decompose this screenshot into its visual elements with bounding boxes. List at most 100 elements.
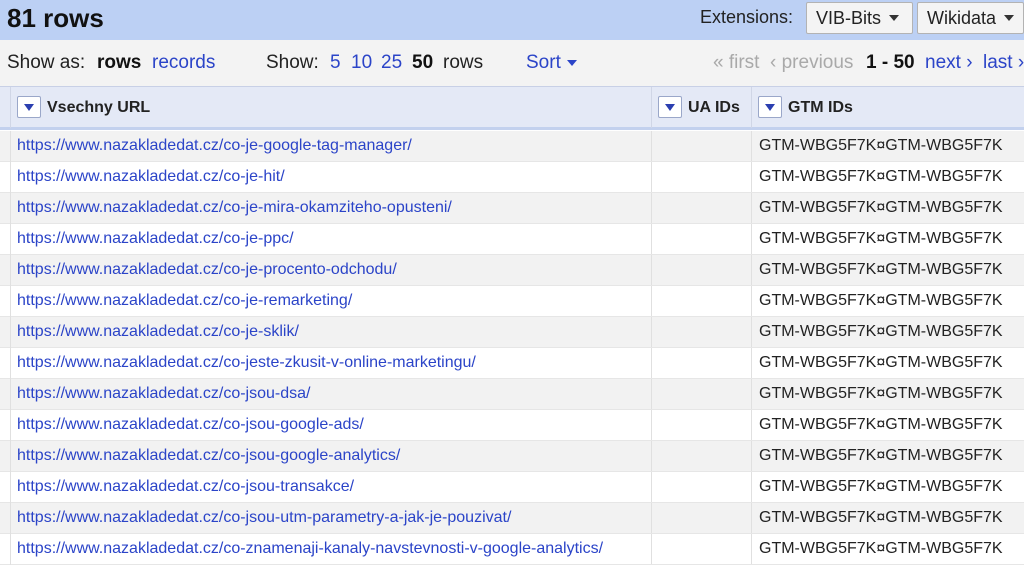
show-label: Show: <box>266 52 319 73</box>
ua-ids-cell <box>651 472 751 502</box>
gtm-ids-cell: GTM-WBG5F7K¤GTM-WBG5F7K <box>751 348 1024 378</box>
show-as-label: Show as: <box>7 52 86 73</box>
table-row: https://www.nazakladedat.cz/co-je-remark… <box>0 286 1024 317</box>
url-cell-link[interactable]: https://www.nazakladedat.cz/co-je-mira-o… <box>17 193 649 223</box>
table-row: https://www.nazakladedat.cz/co-je-mira-o… <box>0 193 1024 224</box>
gtm-ids-cell: GTM-WBG5F7K¤GTM-WBG5F7K <box>751 224 1024 254</box>
page-size-5-link[interactable]: 5 <box>330 52 341 74</box>
table-row: https://www.nazakladedat.cz/co-je-google… <box>0 131 1024 162</box>
url-cell-link[interactable]: https://www.nazakladedat.cz/co-je-remark… <box>17 286 649 316</box>
ua-ids-cell <box>651 162 751 192</box>
row-divider <box>10 503 11 534</box>
url-cell-link[interactable]: https://www.nazakladedat.cz/co-je-ppc/ <box>17 224 649 254</box>
gtm-ids-cell: GTM-WBG5F7K¤GTM-WBG5F7K <box>751 193 1024 223</box>
gtm-ids-cell: GTM-WBG5F7K¤GTM-WBG5F7K <box>751 534 1024 564</box>
vib-bits-label: VIB-Bits <box>816 7 882 28</box>
gtm-ids-cell: GTM-WBG5F7K¤GTM-WBG5F7K <box>751 286 1024 316</box>
chevron-down-icon <box>566 59 577 66</box>
row-divider <box>10 193 11 224</box>
url-cell-link[interactable]: https://www.nazakladedat.cz/co-je-google… <box>17 131 649 161</box>
gtm-ids-cell: GTM-WBG5F7K¤GTM-WBG5F7K <box>751 162 1024 192</box>
row-count: 81 rows <box>7 3 104 33</box>
column-header-label: Vsechny URL <box>47 99 151 116</box>
mode-rows-selected: rows <box>97 52 142 73</box>
sort-label: Sort <box>526 52 561 73</box>
ua-ids-cell <box>651 348 751 378</box>
row-divider <box>10 317 11 348</box>
vib-bits-menu-button[interactable]: VIB-Bits <box>806 2 913 34</box>
page-size-10-link[interactable]: 10 <box>351 52 372 74</box>
pager-range: 1 - 50 <box>866 52 915 73</box>
row-divider <box>10 224 11 255</box>
row-divider <box>10 472 11 503</box>
column-menu-dropdown-icon[interactable] <box>658 96 682 118</box>
url-cell-link[interactable]: https://www.nazakladedat.cz/co-jsou-goog… <box>17 441 649 471</box>
column-header-ua-ids: UA IDs <box>651 87 751 128</box>
row-divider <box>10 255 11 286</box>
gtm-ids-cell: GTM-WBG5F7K¤GTM-WBG5F7K <box>751 441 1024 471</box>
url-cell-link[interactable]: https://www.nazakladedat.cz/co-jsou-utm-… <box>17 503 649 533</box>
ua-ids-cell <box>651 410 751 440</box>
table-row: https://www.nazakladedat.cz/co-jsou-dsa/… <box>0 379 1024 410</box>
row-divider <box>10 348 11 379</box>
gtm-ids-cell: GTM-WBG5F7K¤GTM-WBG5F7K <box>751 255 1024 285</box>
url-cell-link[interactable]: https://www.nazakladedat.cz/co-je-procen… <box>17 255 649 285</box>
table-row: https://www.nazakladedat.cz/co-je-sklik/… <box>0 317 1024 348</box>
table-row: https://www.nazakladedat.cz/co-je-procen… <box>0 255 1024 286</box>
ua-ids-cell <box>651 379 751 409</box>
column-header-gtm-ids: GTM IDs <box>751 87 1024 128</box>
ua-ids-cell <box>651 193 751 223</box>
gtm-ids-cell: GTM-WBG5F7K¤GTM-WBG5F7K <box>751 410 1024 440</box>
row-divider <box>10 410 11 441</box>
extensions-label: Extensions: <box>700 7 794 27</box>
table-row: https://www.nazakladedat.cz/co-znamenaji… <box>0 534 1024 565</box>
wikidata-menu-button[interactable]: Wikidata <box>917 2 1024 34</box>
url-cell-link[interactable]: https://www.nazakladedat.cz/co-jsou-goog… <box>17 410 649 440</box>
table-header: Vsechny URL UA IDs GTM IDs <box>0 86 1024 130</box>
table-row: https://www.nazakladedat.cz/co-jsou-utm-… <box>0 503 1024 534</box>
ua-ids-cell <box>651 441 751 471</box>
row-divider <box>10 379 11 410</box>
gtm-ids-cell: GTM-WBG5F7K¤GTM-WBG5F7K <box>751 131 1024 161</box>
top-bar: 81 rows Extensions: VIB-Bits Wikidata <box>0 0 1024 40</box>
url-cell-link[interactable]: https://www.nazakladedat.cz/co-jsou-dsa/ <box>17 379 649 409</box>
ua-ids-cell <box>651 503 751 533</box>
chevron-down-icon <box>889 15 900 21</box>
pager-next-link[interactable]: next › <box>925 52 973 74</box>
view-bar: Show as: rows records Show: 5 10 25 50 r… <box>0 40 1024 86</box>
pager-first: « first <box>713 52 760 73</box>
url-cell-link[interactable]: https://www.nazakladedat.cz/co-jeste-zku… <box>17 348 649 378</box>
ua-ids-cell <box>651 131 751 161</box>
column-menu-dropdown-icon[interactable] <box>17 96 41 118</box>
ua-ids-cell <box>651 317 751 347</box>
gtm-ids-cell: GTM-WBG5F7K¤GTM-WBG5F7K <box>751 317 1024 347</box>
table-row: https://www.nazakladedat.cz/co-jeste-zku… <box>0 348 1024 379</box>
url-cell-link[interactable]: https://www.nazakladedat.cz/co-je-hit/ <box>17 162 649 192</box>
url-cell-link[interactable]: https://www.nazakladedat.cz/co-jsou-tran… <box>17 472 649 502</box>
column-header-label: GTM IDs <box>788 99 853 116</box>
ua-ids-cell <box>651 286 751 316</box>
page-size-25-link[interactable]: 25 <box>381 52 402 74</box>
ua-ids-cell <box>651 255 751 285</box>
page-size-50-selected: 50 <box>412 52 434 73</box>
wikidata-label: Wikidata <box>927 7 997 28</box>
table-row: https://www.nazakladedat.cz/co-jsou-goog… <box>0 410 1024 441</box>
row-divider <box>10 441 11 472</box>
table-row: https://www.nazakladedat.cz/co-jsou-tran… <box>0 472 1024 503</box>
url-cell-link[interactable]: https://www.nazakladedat.cz/co-je-sklik/ <box>17 317 649 347</box>
url-cell-link[interactable]: https://www.nazakladedat.cz/co-znamenaji… <box>17 534 649 564</box>
chevron-down-icon <box>1004 15 1015 21</box>
pager-last-link[interactable]: last › <box>983 52 1024 74</box>
gtm-ids-cell: GTM-WBG5F7K¤GTM-WBG5F7K <box>751 503 1024 533</box>
rows-suffix: rows <box>443 52 484 73</box>
sort-menu-button[interactable]: Sort <box>526 52 577 74</box>
table-row: https://www.nazakladedat.cz/co-jsou-goog… <box>0 441 1024 472</box>
row-divider <box>10 286 11 317</box>
ua-ids-cell <box>651 224 751 254</box>
ua-ids-cell <box>651 534 751 564</box>
table-body: https://www.nazakladedat.cz/co-je-google… <box>0 131 1024 565</box>
gtm-ids-cell: GTM-WBG5F7K¤GTM-WBG5F7K <box>751 379 1024 409</box>
table-row: https://www.nazakladedat.cz/co-je-ppc/GT… <box>0 224 1024 255</box>
mode-records-link[interactable]: records <box>152 52 215 74</box>
column-menu-dropdown-icon[interactable] <box>758 96 782 118</box>
